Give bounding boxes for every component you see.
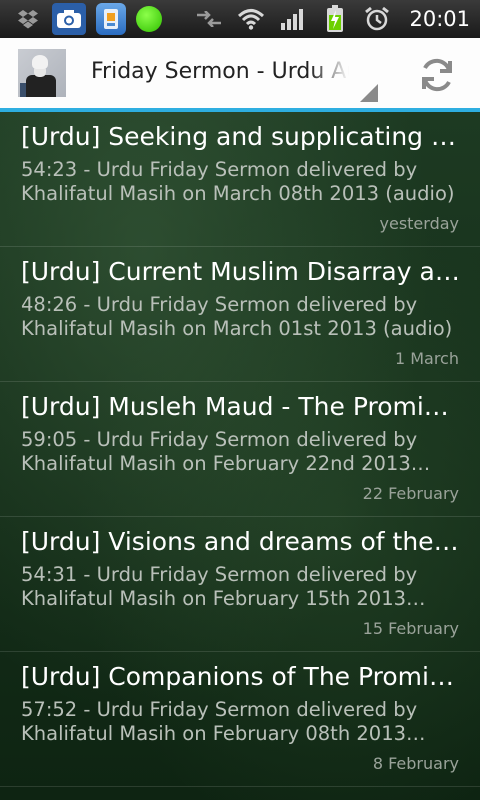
list-item[interactable]: [Urdu] Current Muslim Disarray and 48:26… bbox=[0, 247, 480, 382]
item-title: [Urdu] Companions of The Promised Messia… bbox=[21, 662, 461, 691]
dropdown-spinner-icon[interactable] bbox=[360, 84, 378, 102]
clock-time: 20:01 bbox=[409, 7, 470, 31]
sermon-list[interactable]: [Urdu] Seeking and supplicating for help… bbox=[0, 112, 480, 800]
item-date: 15 February bbox=[362, 619, 459, 638]
wifi-icon bbox=[237, 5, 265, 33]
refresh-icon bbox=[422, 58, 452, 92]
item-title: [Urdu] Seeking and supplicating for help… bbox=[21, 122, 461, 151]
list-item[interactable]: [Urdu] Seeking and supplicating for help… bbox=[0, 112, 480, 247]
list-item[interactable]: [Urdu] Visions and dreams of the Promise… bbox=[0, 517, 480, 652]
item-date: yesterday bbox=[379, 214, 460, 233]
item-date: 22 February bbox=[362, 484, 459, 503]
item-date: 1 March bbox=[394, 349, 459, 368]
item-description: 48:26 - Urdu Friday Sermon delivered by … bbox=[21, 293, 453, 340]
item-description: 54:23 - Urdu Friday Sermon delivered by … bbox=[21, 158, 455, 205]
item-description: 59:05 - Urdu Friday Sermon delivered by … bbox=[21, 428, 418, 475]
feed-selector-title[interactable]: Friday Sermon - Urdu Audio bbox=[91, 59, 349, 89]
status-bar: 20:01 bbox=[0, 0, 480, 38]
data-transfer-icon bbox=[195, 5, 223, 33]
item-date: 8 February bbox=[372, 754, 459, 773]
alarm-icon bbox=[363, 5, 391, 33]
item-title: [Urdu] Current Muslim Disarray and bbox=[21, 257, 461, 286]
item-title: [Urdu] Musleh Maud - The Promised bbox=[21, 392, 461, 421]
app-logo-avatar[interactable] bbox=[18, 49, 66, 97]
list-item[interactable]: [Urdu] Musleh Maud - The Promised 59:05 … bbox=[0, 382, 480, 517]
app-icon[interactable] bbox=[96, 3, 126, 35]
item-description: 57:52 - Urdu Friday Sermon delivered by … bbox=[21, 698, 418, 745]
green-status-icon bbox=[136, 6, 162, 32]
dropbox-icon[interactable] bbox=[14, 5, 42, 33]
signal-icon bbox=[279, 5, 307, 33]
refresh-button[interactable] bbox=[418, 56, 456, 94]
item-title: [Urdu] Visions and dreams of the Promise… bbox=[21, 527, 461, 556]
action-bar: Friday Sermon - Urdu Audio bbox=[0, 38, 480, 112]
battery-icon bbox=[321, 5, 349, 33]
list-item[interactable]: [Urdu] Companions of The Promised Messia… bbox=[0, 652, 480, 787]
item-description: 54:31 - Urdu Friday Sermon delivered by … bbox=[21, 563, 418, 610]
camera-icon[interactable] bbox=[52, 3, 86, 35]
